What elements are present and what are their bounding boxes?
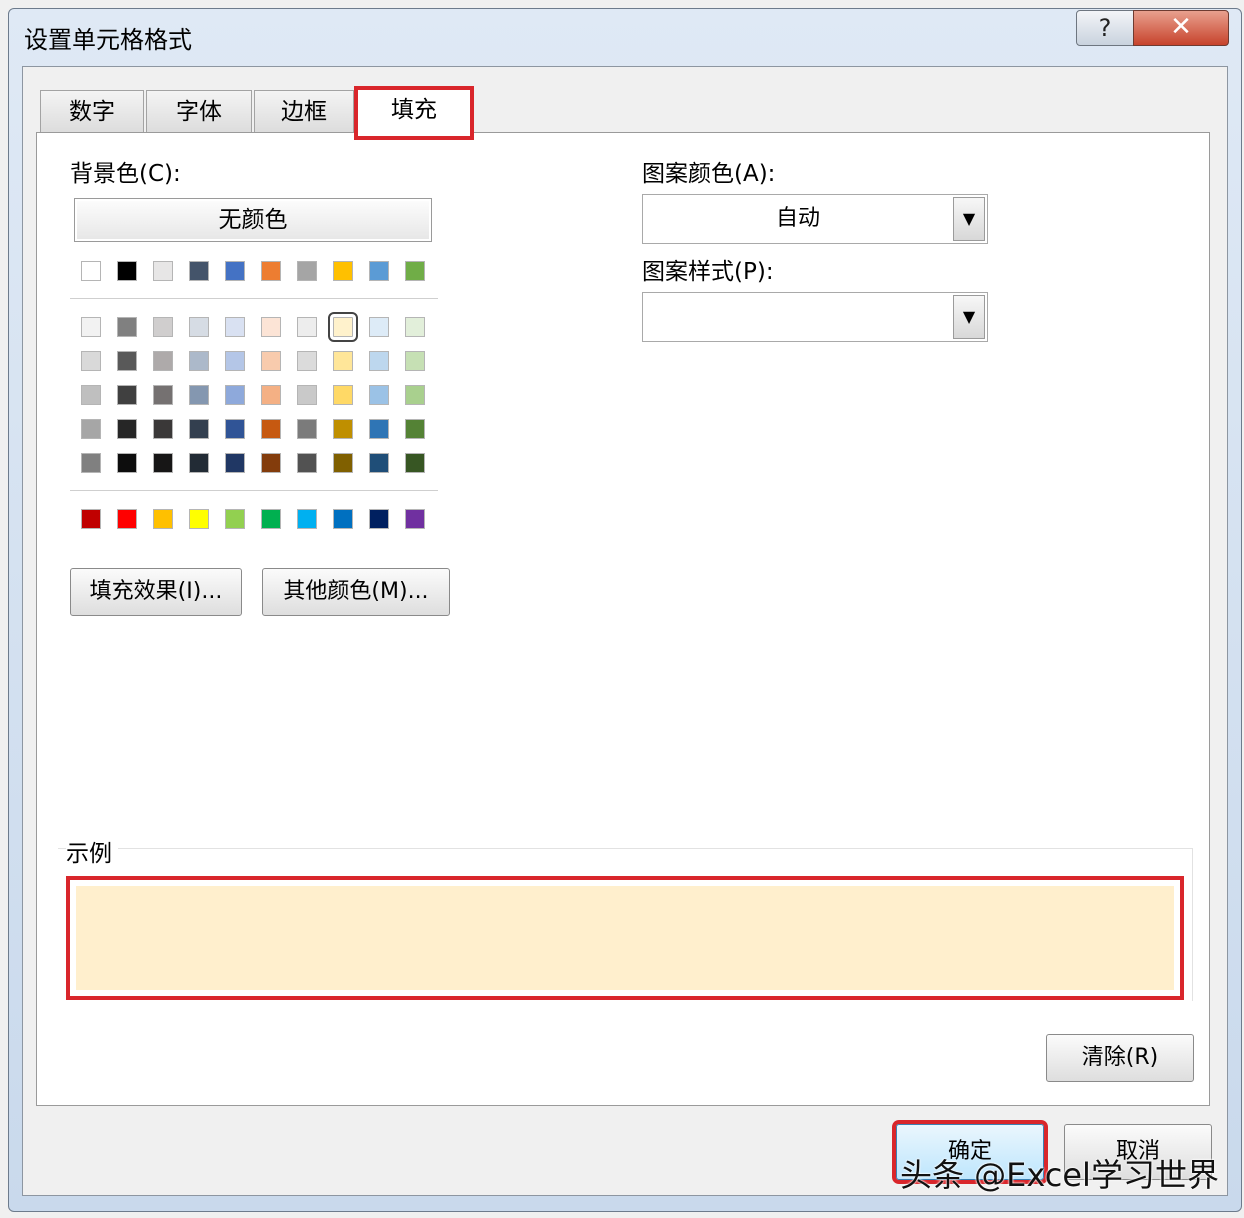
color-swatch[interactable] bbox=[261, 261, 281, 281]
color-swatch[interactable] bbox=[81, 419, 101, 439]
color-swatch[interactable] bbox=[405, 453, 425, 473]
color-swatch[interactable] bbox=[81, 317, 101, 337]
tab-fill[interactable]: 填充 bbox=[354, 86, 474, 140]
dialog-title: 设置单元格格式 bbox=[24, 26, 192, 54]
color-swatch[interactable] bbox=[225, 385, 245, 405]
palette-divider bbox=[70, 490, 438, 491]
pattern-color-label: 图案颜色(A): bbox=[642, 161, 776, 187]
color-swatch[interactable] bbox=[225, 453, 245, 473]
tab-font[interactable]: 字体 bbox=[146, 90, 252, 133]
color-swatch[interactable] bbox=[369, 261, 389, 281]
color-swatch[interactable] bbox=[297, 351, 317, 371]
tab-number[interactable]: 数字 bbox=[40, 90, 144, 133]
color-swatch[interactable] bbox=[117, 509, 137, 529]
pattern-style-value bbox=[643, 293, 953, 341]
color-swatch[interactable] bbox=[261, 351, 281, 371]
color-swatch[interactable] bbox=[333, 509, 353, 529]
no-color-button[interactable]: 无颜色 bbox=[74, 198, 432, 242]
chevron-down-icon[interactable]: ▼ bbox=[953, 197, 985, 241]
color-swatch[interactable] bbox=[117, 261, 137, 281]
color-swatch[interactable] bbox=[297, 317, 317, 337]
color-swatch[interactable] bbox=[369, 351, 389, 371]
color-swatch[interactable] bbox=[261, 453, 281, 473]
color-swatch[interactable] bbox=[189, 261, 209, 281]
color-swatch[interactable] bbox=[153, 419, 173, 439]
color-swatch[interactable] bbox=[333, 261, 353, 281]
color-swatch[interactable] bbox=[261, 419, 281, 439]
color-swatch[interactable] bbox=[117, 419, 137, 439]
color-swatch[interactable] bbox=[297, 419, 317, 439]
color-swatch[interactable] bbox=[81, 509, 101, 529]
sample-fill bbox=[76, 886, 1174, 990]
color-swatch[interactable] bbox=[189, 317, 209, 337]
color-swatch[interactable] bbox=[369, 385, 389, 405]
color-swatch[interactable] bbox=[297, 385, 317, 405]
color-swatch[interactable] bbox=[297, 261, 317, 281]
palette-divider bbox=[70, 298, 438, 299]
color-swatch[interactable] bbox=[405, 261, 425, 281]
color-swatch[interactable] bbox=[405, 419, 425, 439]
color-swatch[interactable] bbox=[153, 351, 173, 371]
color-swatch[interactable] bbox=[153, 317, 173, 337]
color-swatch[interactable] bbox=[369, 453, 389, 473]
color-swatch[interactable] bbox=[117, 385, 137, 405]
color-swatch[interactable] bbox=[189, 385, 209, 405]
help-icon: ? bbox=[1098, 14, 1112, 42]
color-swatch[interactable] bbox=[81, 261, 101, 281]
color-swatch[interactable] bbox=[225, 317, 245, 337]
color-swatch[interactable] bbox=[369, 509, 389, 529]
pattern-color-value: 自动 bbox=[775, 206, 820, 231]
color-swatch[interactable] bbox=[297, 509, 317, 529]
color-swatch[interactable] bbox=[189, 453, 209, 473]
color-swatch[interactable] bbox=[117, 351, 137, 371]
fill-effects-button[interactable]: 填充效果(I)... bbox=[70, 568, 242, 616]
color-swatch[interactable] bbox=[261, 317, 281, 337]
color-swatch[interactable] bbox=[81, 385, 101, 405]
close-button[interactable]: ✕ bbox=[1133, 10, 1229, 46]
color-swatch[interactable] bbox=[81, 351, 101, 371]
pattern-style-label: 图案样式(P): bbox=[642, 259, 774, 285]
color-swatch[interactable] bbox=[369, 419, 389, 439]
pattern-style-dropdown[interactable]: ▼ bbox=[642, 292, 988, 342]
color-swatch[interactable] bbox=[153, 385, 173, 405]
sample-preview bbox=[66, 876, 1184, 1000]
color-swatch[interactable] bbox=[333, 453, 353, 473]
more-colors-button[interactable]: 其他颜色(M)... bbox=[262, 568, 450, 616]
chevron-down-icon[interactable]: ▼ bbox=[953, 295, 985, 339]
color-swatch[interactable] bbox=[117, 453, 137, 473]
color-swatch[interactable] bbox=[333, 351, 353, 371]
color-swatch[interactable] bbox=[225, 351, 245, 371]
help-button[interactable]: ? bbox=[1076, 10, 1134, 46]
watermark-text: 头条 @Excel学习世界 bbox=[900, 1156, 1219, 1194]
color-swatch[interactable] bbox=[225, 261, 245, 281]
background-color-label: 背景色(C): bbox=[70, 161, 181, 187]
close-icon: ✕ bbox=[1170, 12, 1192, 42]
sample-label: 示例 bbox=[66, 834, 118, 868]
color-swatch[interactable] bbox=[189, 419, 209, 439]
color-swatch[interactable] bbox=[261, 509, 281, 529]
color-swatch[interactable] bbox=[81, 453, 101, 473]
color-swatch[interactable] bbox=[189, 509, 209, 529]
caption-buttons: ? ✕ bbox=[1076, 10, 1229, 46]
color-swatch[interactable] bbox=[153, 453, 173, 473]
color-swatch[interactable] bbox=[297, 453, 317, 473]
clear-button[interactable]: 清除(R) bbox=[1046, 1034, 1194, 1082]
color-swatch[interactable] bbox=[153, 261, 173, 281]
color-swatch[interactable] bbox=[369, 317, 389, 337]
color-swatch[interactable] bbox=[405, 351, 425, 371]
color-swatch[interactable] bbox=[405, 509, 425, 529]
color-swatch[interactable] bbox=[153, 509, 173, 529]
color-swatch[interactable] bbox=[225, 509, 245, 529]
color-swatch[interactable] bbox=[333, 419, 353, 439]
color-swatch[interactable] bbox=[405, 385, 425, 405]
color-swatch[interactable] bbox=[189, 351, 209, 371]
pattern-color-dropdown[interactable]: 自动 ▼ bbox=[642, 194, 988, 244]
color-swatch[interactable] bbox=[261, 385, 281, 405]
tab-border[interactable]: 边框 bbox=[254, 90, 354, 133]
color-swatch[interactable] bbox=[328, 312, 358, 342]
color-swatch[interactable] bbox=[333, 385, 353, 405]
color-swatch[interactable] bbox=[405, 317, 425, 337]
color-swatch[interactable] bbox=[225, 419, 245, 439]
color-swatch[interactable] bbox=[117, 317, 137, 337]
